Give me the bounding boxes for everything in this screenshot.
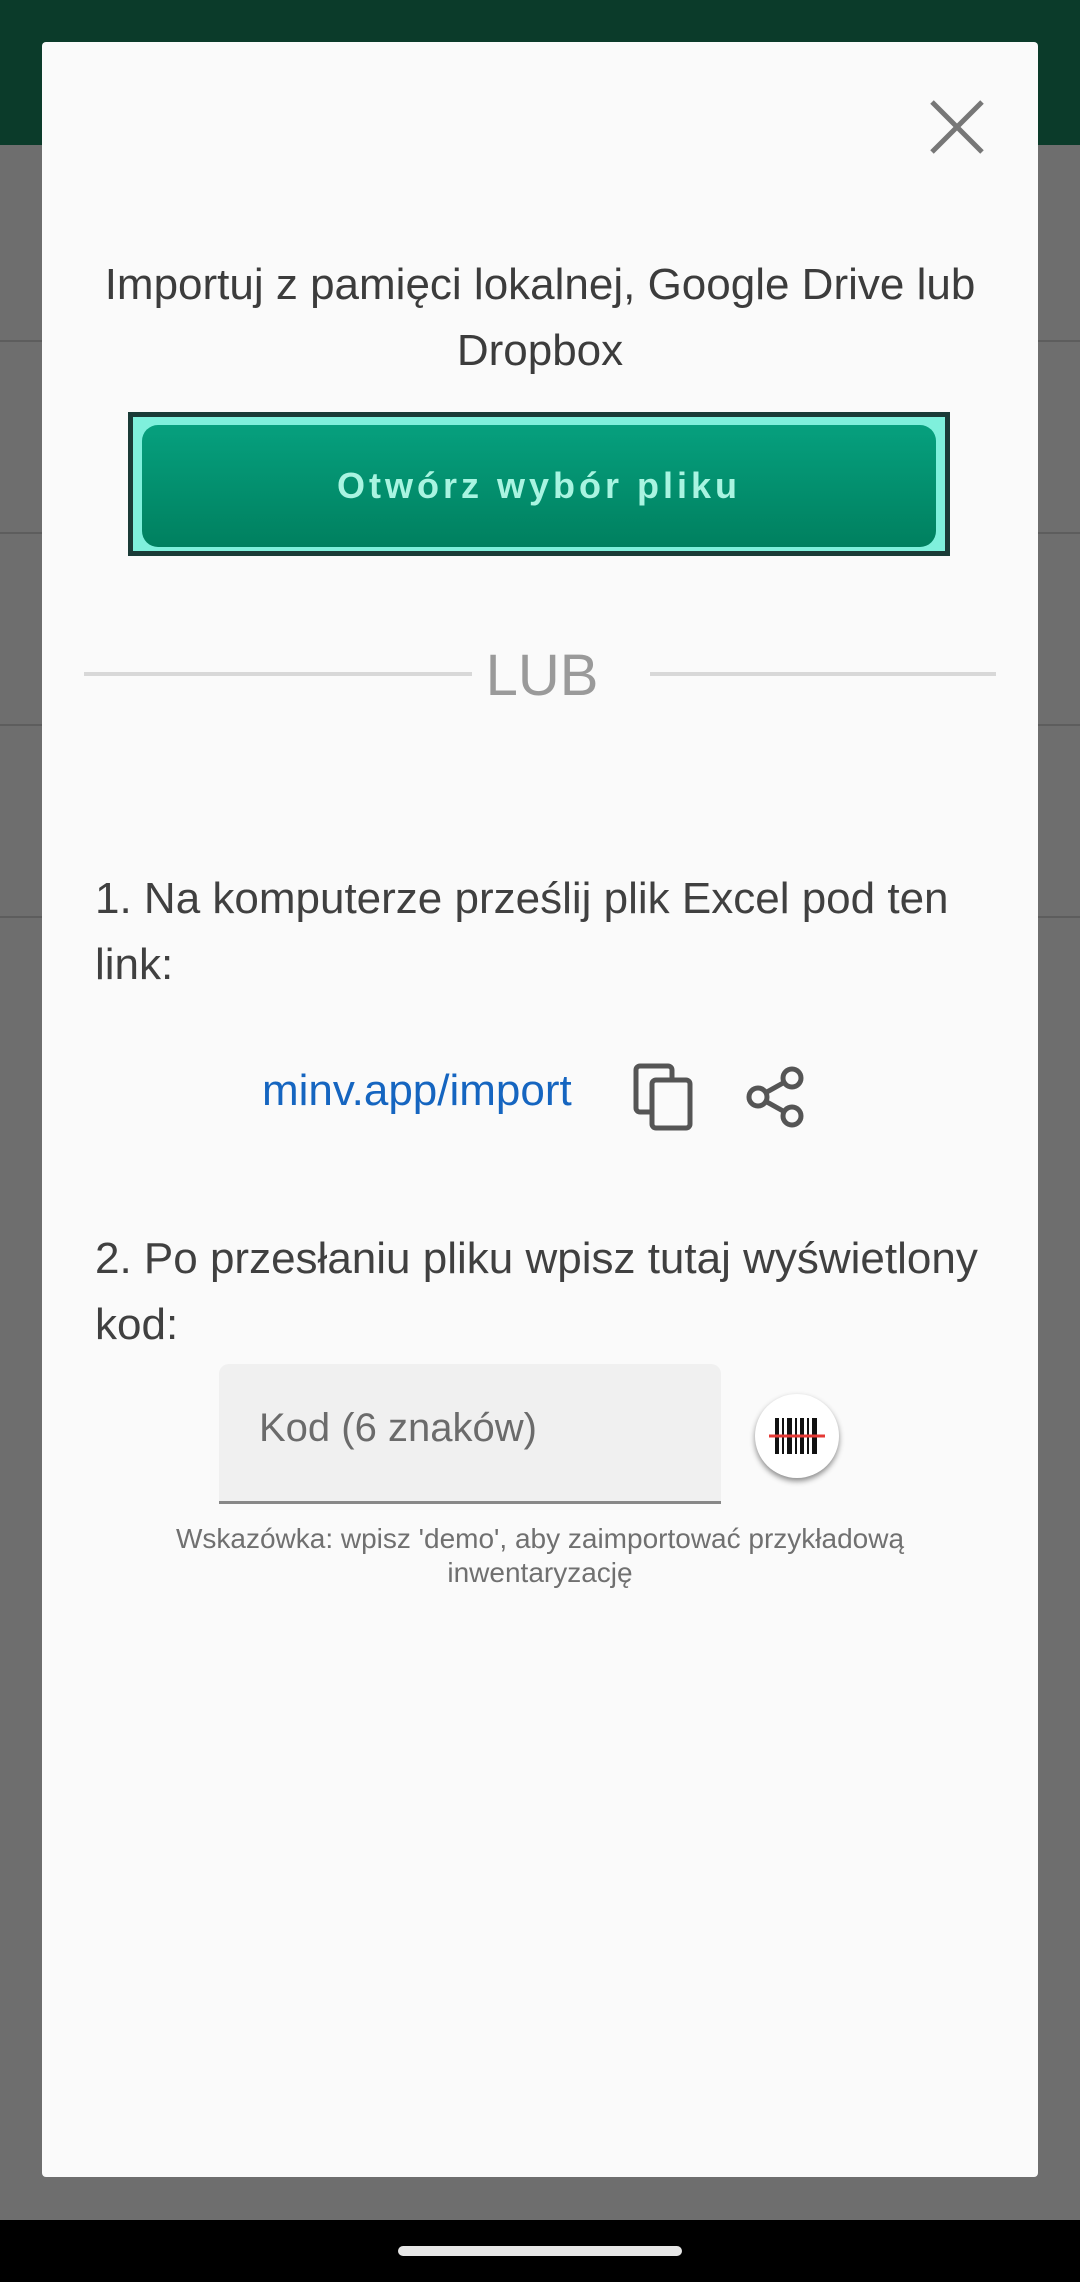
copy-icon[interactable] (632, 1062, 696, 1132)
share-icon[interactable] (742, 1064, 808, 1130)
divider-label: LUB (485, 643, 599, 708)
import-title: Importuj z pamięci lokalnej, Google Driv… (104, 260, 976, 375)
close-button[interactable] (922, 92, 992, 162)
step-2-text: 2. Po przesłaniu pliku wpisz tutaj wyświ… (95, 1234, 978, 1349)
step-1-text: 1. Na komputerze prześlij plik Excel pod… (95, 874, 949, 989)
import-dialog: Importuj z pamięci lokalnej, Google Driv… (42, 42, 1038, 2177)
close-icon (930, 100, 984, 154)
hint-text: Wskazówka: wpisz 'demo', aby zaimportowa… (175, 1523, 905, 1588)
link-row: minv.app/import (42, 1052, 1038, 1142)
open-file-picker-button[interactable]: Otwórz wybór pliku (142, 425, 936, 547)
scan-barcode-button[interactable] (755, 1394, 839, 1478)
code-input[interactable]: Kod (6 znaków) (219, 1364, 721, 1504)
navigation-bar (0, 2220, 1080, 2282)
home-gesture-handle[interactable] (398, 2246, 682, 2256)
barcode-scan-icon (769, 1418, 825, 1454)
code-input-placeholder: Kod (6 znaków) (259, 1406, 537, 1450)
divider-left (84, 672, 472, 676)
divider-right (650, 672, 996, 676)
import-link[interactable]: minv.app/import (262, 1066, 572, 1116)
